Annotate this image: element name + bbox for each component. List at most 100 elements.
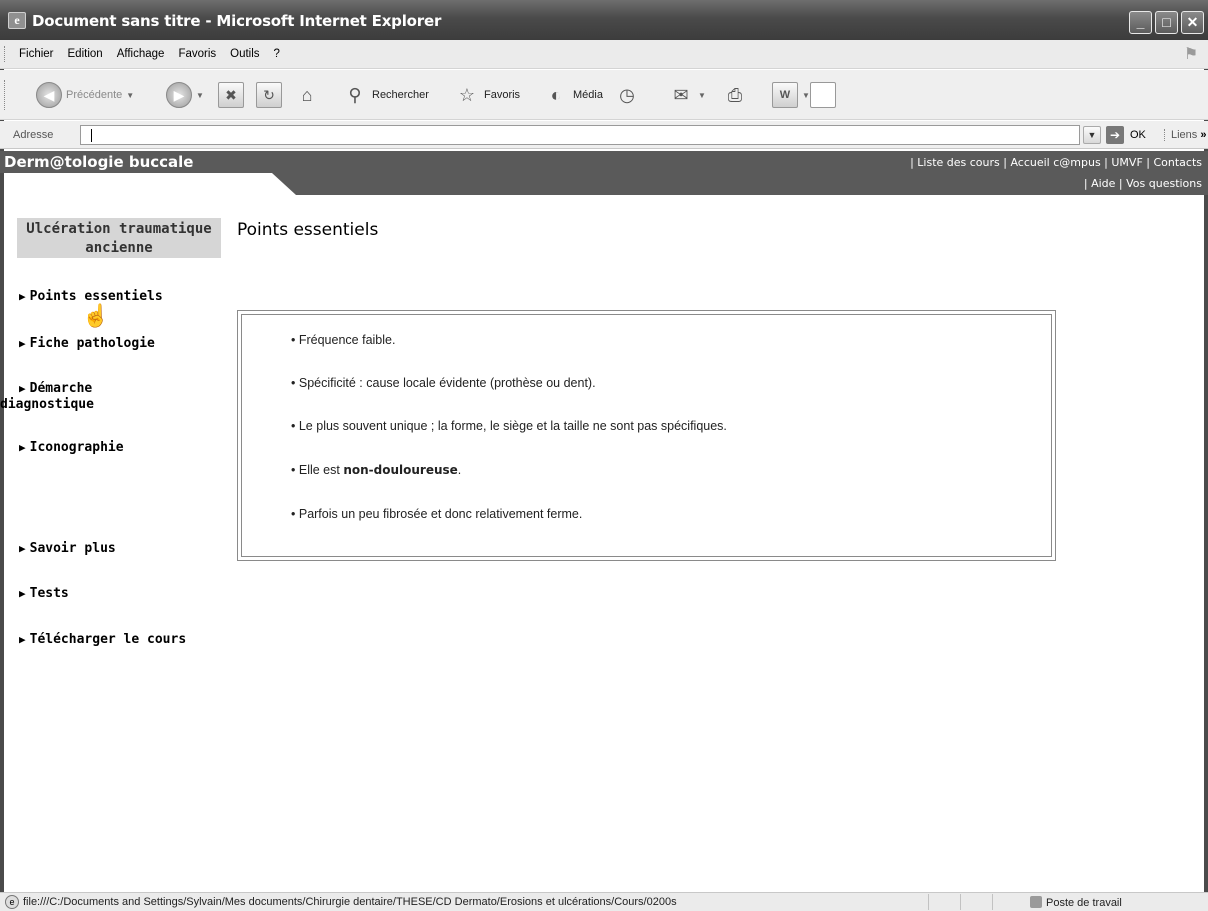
history-icon[interactable]: ◷: [614, 82, 640, 108]
key-point-prefix: Elle est: [298, 463, 344, 477]
window-controls: _ □ ✕: [1129, 11, 1204, 34]
nav-item-label-line2: diagnostique: [0, 397, 94, 412]
address-input[interactable]: [80, 125, 1080, 145]
key-point-item: • Spécificité : cause locale évidente (p…: [291, 376, 596, 390]
forward-button[interactable]: ▶ ▼: [166, 79, 204, 111]
site-header: Derm@tologie buccale | Liste des cours |…: [0, 151, 1208, 173]
address-label: Adresse: [13, 129, 54, 141]
key-point-text: Parfois un peu fibrosée et donc relative…: [298, 507, 583, 521]
window-title: Document sans titre - Microsoft Internet…: [32, 12, 442, 30]
search-icon: ⚲: [348, 85, 362, 105]
go-arrow-icon[interactable]: ➔: [1106, 126, 1124, 144]
nav-item-label: Tests: [29, 586, 69, 601]
hand-pointer-icon: ☝: [82, 303, 110, 328]
search-button[interactable]: ⚲ Rechercher: [342, 79, 429, 111]
nav-item-savoir-plus[interactable]: ▶ Savoir plus: [19, 541, 116, 557]
links-label: Liens: [1171, 129, 1198, 141]
key-point-item: • Fréquence faible.: [291, 333, 396, 347]
zone-label: Poste de travail: [1046, 897, 1122, 909]
nav-item-label: Télécharger le cours: [29, 632, 187, 647]
menu-grip: [4, 46, 7, 62]
text-cursor: [91, 129, 92, 142]
key-point-item: • Parfois un peu fibrosée et donc relati…: [291, 507, 583, 521]
menu-edition[interactable]: Edition: [68, 48, 103, 60]
nav-item-tests[interactable]: ▶ Tests: [19, 586, 69, 602]
status-cell: [928, 894, 960, 910]
back-dropdown-icon[interactable]: ▼: [126, 91, 134, 100]
menu-affichage[interactable]: Affichage: [117, 48, 165, 60]
security-zone: Poste de travail: [1030, 896, 1122, 909]
nav-item-fiche-pathologie[interactable]: ▶ Fiche pathologie: [19, 336, 155, 352]
maximize-icon[interactable]: □: [1155, 11, 1178, 34]
key-point-text: Spécificité : cause locale évidente (pro…: [298, 376, 596, 390]
nav-item-iconographie[interactable]: ▶ Iconographie: [19, 440, 124, 456]
edit-button[interactable]: W ▼: [772, 79, 810, 111]
links-more-icon: »: [1200, 129, 1207, 141]
home-icon[interactable]: ⌂: [294, 82, 320, 108]
stop-icon[interactable]: ✖: [218, 82, 244, 108]
media-button[interactable]: ◐ Média: [543, 79, 603, 111]
print-icon[interactable]: ⎙: [722, 82, 748, 108]
menu-help[interactable]: ?: [274, 48, 280, 60]
nav-arrow-icon: ▶: [19, 290, 26, 303]
key-point-suffix: .: [457, 463, 462, 477]
address-dropdown-icon[interactable]: ▼: [1083, 126, 1101, 144]
nav-arrow-icon: ▶: [19, 337, 26, 350]
nav-arrow-icon: ▶: [19, 587, 26, 600]
links-button[interactable]: Liens »: [1164, 129, 1206, 141]
key-point-item: • Le plus souvent unique ; la forme, le …: [291, 419, 727, 433]
nav-heading: Ulcération traumatique ancienne: [17, 218, 221, 258]
discuss-icon[interactable]: [810, 82, 836, 108]
window-title-bar: e Document sans titre - Microsoft Intern…: [0, 0, 1208, 40]
nav-item-demarche-diagnostique[interactable]: ▶ Démarche diagnostique: [0, 381, 94, 413]
key-point-emphasis: non-douloureuse: [343, 463, 458, 477]
status-cell: [960, 894, 992, 910]
windows-flag-icon: ⚑: [1183, 46, 1199, 63]
minimize-icon[interactable]: _: [1129, 11, 1152, 34]
key-point-text: Fréquence faible.: [298, 333, 396, 347]
nav-arrow-icon: ▶: [19, 542, 26, 555]
nav-arrow-icon: ▶: [19, 382, 26, 395]
favorites-label: Favoris: [484, 89, 521, 101]
menu-bar: Fichier Edition Affichage Favoris Outils…: [0, 40, 1208, 69]
standard-toolbar: ◀ Précédente ▼ ▶ ▼ ✖ ↻ ⌂ ⚲ Rechercher ☆ …: [0, 70, 1208, 120]
back-button[interactable]: ◀ Précédente ▼: [36, 79, 134, 111]
favorites-star-icon: ☆: [458, 85, 476, 105]
page-status-icon: e: [5, 895, 19, 909]
address-bar: Adresse ▼ ➔ OK Liens »: [0, 121, 1208, 149]
nav-item-label: Points essentiels: [29, 289, 163, 304]
menu-favoris[interactable]: Favoris: [178, 48, 216, 60]
close-icon[interactable]: ✕: [1181, 11, 1204, 34]
favorites-button[interactable]: ☆ Favoris: [454, 79, 520, 111]
mail-icon: ✉: [673, 85, 689, 105]
search-label: Rechercher: [372, 89, 429, 101]
nav-arrow-icon: ▶: [19, 441, 26, 454]
key-points-box: • Fréquence faible. • Spécificité : caus…: [237, 310, 1056, 561]
menu-outils[interactable]: Outils: [230, 48, 259, 60]
nav-item-label: Iconographie: [29, 440, 124, 455]
nav-item-label: Savoir plus: [29, 541, 116, 556]
mail-button[interactable]: ✉ ▼: [668, 79, 706, 111]
back-label: Précédente: [66, 89, 123, 101]
go-button[interactable]: OK: [1130, 129, 1146, 141]
edit-dropdown-icon[interactable]: ▼: [802, 91, 810, 100]
nav-item-telecharger-le-cours[interactable]: ▶ Télécharger le cours: [19, 632, 186, 648]
back-arrow-icon: ◀: [36, 82, 62, 108]
mail-dropdown-icon[interactable]: ▼: [698, 91, 706, 100]
status-cell: [992, 894, 1024, 910]
site-subheader: | Aide | Vos questions: [272, 173, 1208, 195]
nav-arrow-icon: ▶: [19, 633, 26, 646]
word-edit-icon: W: [772, 82, 798, 108]
site-top-links[interactable]: | Liste des cours | Accueil c@mpus | UMV…: [910, 156, 1202, 169]
menu-fichier[interactable]: Fichier: [19, 48, 54, 60]
forward-arrow-icon: ▶: [166, 82, 192, 108]
key-point-text: Le plus souvent unique ; la forme, le si…: [298, 419, 727, 433]
status-bar: e file:///C:/Documents and Settings/Sylv…: [0, 892, 1208, 911]
key-point-item: • Elle est non-douloureuse.: [291, 463, 462, 477]
refresh-icon[interactable]: ↻: [256, 82, 282, 108]
site-sub-links[interactable]: | Aide | Vos questions: [1084, 177, 1202, 190]
forward-dropdown-icon[interactable]: ▼: [196, 91, 204, 100]
ie-page-icon: e: [8, 12, 26, 29]
status-url: file:///C:/Documents and Settings/Sylvai…: [23, 896, 677, 908]
media-icon: ◐: [550, 85, 562, 105]
